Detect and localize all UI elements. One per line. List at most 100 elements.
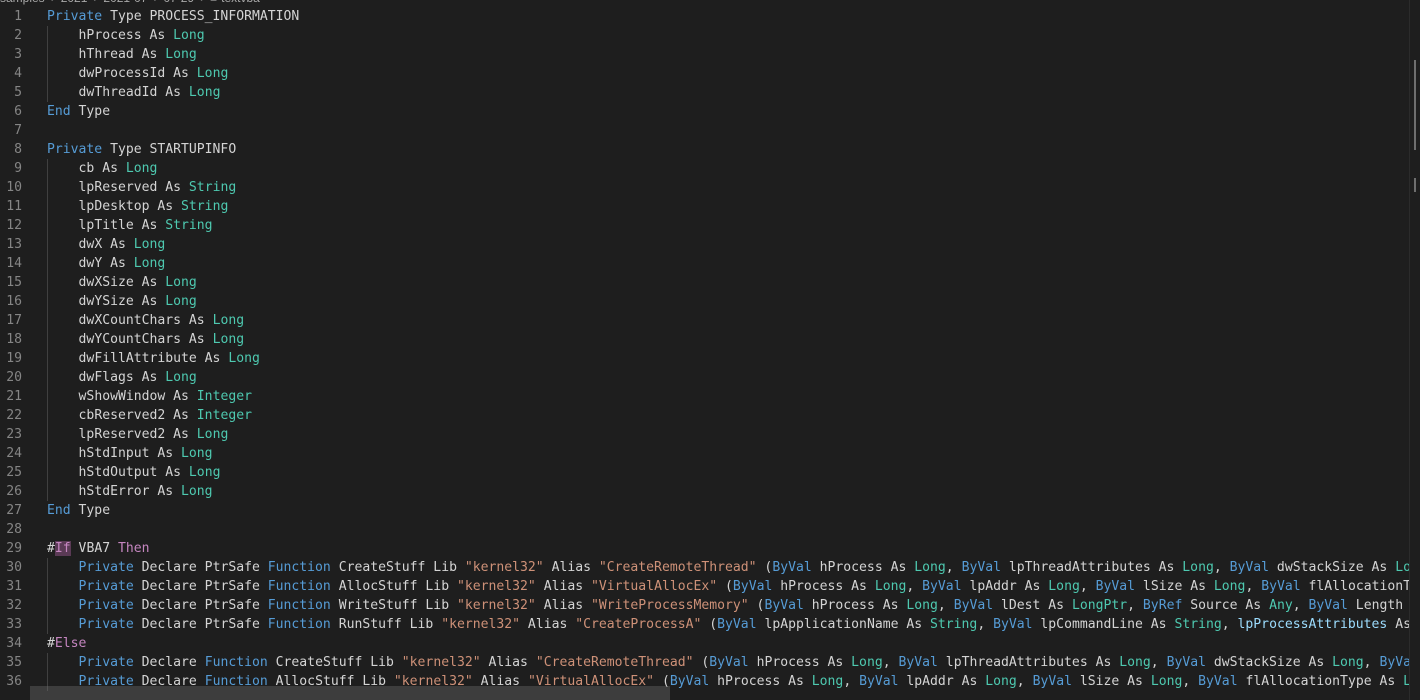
code-text[interactable]: dwYSize As Long xyxy=(47,292,197,311)
horizontal-scrollbar[interactable] xyxy=(30,686,670,700)
code-text[interactable]: dwThreadId As Long xyxy=(47,83,221,102)
code-line[interactable]: 29 #If VBA7 Then xyxy=(0,539,1410,558)
code-line[interactable]: 30 Private Declare PtrSafe Function Crea… xyxy=(0,558,1420,577)
code-line[interactable]: 7 xyxy=(0,121,1410,140)
code-line[interactable]: 32 Private Declare PtrSafe Function Writ… xyxy=(0,596,1420,615)
text-token: , xyxy=(1363,655,1380,670)
text-token: Declare PtrSafe xyxy=(133,617,268,632)
keyword-token: ByVal xyxy=(859,674,899,689)
breadcrumb-segment[interactable]: 2021-07 xyxy=(103,0,147,5)
code-text[interactable]: lpTitle As String xyxy=(47,216,213,235)
code-text[interactable]: End Type xyxy=(47,102,110,121)
code-text[interactable]: cb As Long xyxy=(47,159,158,178)
code-line[interactable]: 10 lpReserved As String xyxy=(0,178,1410,197)
code-line[interactable]: 16 dwYSize As Long xyxy=(0,292,1410,311)
code-text[interactable]: Private Type STARTUPINFO xyxy=(47,140,236,159)
code-line[interactable]: 14 dwY As Long xyxy=(0,254,1410,273)
code-line[interactable]: 8 Private Type STARTUPINFO xyxy=(0,140,1410,159)
code-text[interactable]: hThread As Long xyxy=(47,45,197,64)
line-number: 10 xyxy=(6,180,22,195)
code-text[interactable]: dwXCountChars As Long xyxy=(47,311,245,330)
code-line[interactable]: 21 wShowWindow As Integer xyxy=(0,387,1410,406)
code-line[interactable]: 20 dwFlags As Long xyxy=(0,368,1410,387)
code-line[interactable]: 27 End Type xyxy=(0,501,1410,520)
code-text[interactable]: Private Declare PtrSafe Function WriteSt… xyxy=(47,596,1420,615)
code-line[interactable]: 6 End Type xyxy=(0,102,1410,121)
code-line[interactable]: 4 dwProcessId As Long xyxy=(0,64,1410,83)
keyword-token: ByVal xyxy=(669,674,710,689)
code-text[interactable]: wShowWindow As Integer xyxy=(47,387,252,406)
text-token: lSize As xyxy=(1135,579,1214,594)
code-line[interactable]: 24 hStdInput As Long xyxy=(0,444,1410,463)
code-line[interactable]: 35 Private Declare Function CreateStuff … xyxy=(0,653,1419,672)
code-text[interactable]: dwX As Long xyxy=(47,235,166,254)
breadcrumb-segment[interactable]: 2021 xyxy=(61,0,88,5)
text-token: dwFillAttribute As xyxy=(78,351,229,366)
code-text[interactable]: Private Declare PtrSafe Function CreateS… xyxy=(47,558,1420,577)
code-text[interactable]: lpReserved As String xyxy=(47,178,237,197)
code-text[interactable]: lpDesktop As String xyxy=(47,197,229,216)
code-line[interactable]: 3 hThread As Long xyxy=(0,45,1410,64)
keyword-token: Private xyxy=(78,598,134,613)
keyword-token: ByVal xyxy=(993,617,1033,632)
code-line[interactable]: 33 Private Declare PtrSafe Function RunS… xyxy=(0,615,1420,634)
code-text[interactable]: dwXSize As Long xyxy=(47,273,197,292)
text-token: Alias xyxy=(480,655,536,670)
code-text[interactable]: hStdError As Long xyxy=(47,482,213,501)
text-token: lpAddr As xyxy=(898,674,986,689)
code-text[interactable]: dwFlags As Long xyxy=(47,368,197,387)
breadcrumb-file[interactable]: textvba xyxy=(221,0,260,5)
code-text[interactable]: dwYCountChars As Long xyxy=(47,330,245,349)
line-number: 12 xyxy=(6,218,22,233)
text-token: lpThreadAttributes As xyxy=(937,655,1120,670)
code-text[interactable]: hStdInput As Long xyxy=(47,444,213,463)
code-line[interactable]: 13 dwX As Long xyxy=(0,235,1410,254)
code-line[interactable]: 26 hStdError As Long xyxy=(0,482,1410,501)
breadcrumb-segment[interactable]: 07-29 xyxy=(163,0,194,5)
text-token: # xyxy=(47,541,55,556)
code-line[interactable]: 19 dwFillAttribute As Long xyxy=(0,349,1410,368)
type-token: Long xyxy=(874,579,907,594)
code-text[interactable]: hStdOutput As Long xyxy=(47,463,221,482)
code-text[interactable]: Private Declare PtrSafe Function RunStuf… xyxy=(47,615,1420,634)
type-token: String xyxy=(930,617,978,632)
type-token: Long xyxy=(1332,655,1364,670)
code-text[interactable]: cbReserved2 As Integer xyxy=(47,406,252,425)
code-text[interactable]: hProcess As Long xyxy=(47,26,205,45)
code-text[interactable]: dwFillAttribute As Long xyxy=(47,349,260,368)
code-line[interactable]: 31 Private Declare PtrSafe Function Allo… xyxy=(0,577,1420,596)
code-line[interactable]: 22 cbReserved2 As Integer xyxy=(0,406,1410,425)
code-line[interactable]: 18 dwYCountChars As Long xyxy=(0,330,1410,349)
code-editor[interactable]: samples›2021›2021-07›07-29›≡textvba 1Pri… xyxy=(0,0,1420,700)
code-line[interactable]: 23 lpReserved2 As Long xyxy=(0,425,1410,444)
code-line[interactable]: 2 hProcess As Long xyxy=(0,26,1410,45)
code-line[interactable]: 25 hStdOutput As Long xyxy=(0,463,1410,482)
code-lines[interactable]: 1 Private Type PROCESS_INFORMATION 2 hProc… xyxy=(0,7,1420,691)
code-line[interactable]: 12 lpTitle As String xyxy=(0,216,1410,235)
code-text[interactable]: lpReserved2 As Long xyxy=(47,425,229,444)
code-line[interactable]: 1 Private Type PROCESS_INFORMATION xyxy=(0,7,1410,26)
breadcrumb-segment[interactable]: samples xyxy=(0,0,45,5)
code-text[interactable]: Private Declare Function CreateStuff Lib… xyxy=(47,653,1420,672)
text-token: lpReserved2 As xyxy=(78,427,197,442)
code-line[interactable]: 9 cb As Long xyxy=(0,159,1410,178)
code-line[interactable]: 11 lpDesktop As String xyxy=(0,197,1410,216)
code-text[interactable]: dwY As Long xyxy=(47,254,166,273)
code-text[interactable]: dwProcessId As Long xyxy=(47,64,229,83)
code-line[interactable]: 34 #Else xyxy=(0,634,1410,653)
string-token: "kernel32" xyxy=(441,617,521,632)
code-text[interactable]: Private Declare PtrSafe Function AllocSt… xyxy=(47,577,1420,596)
code-text[interactable]: #Else xyxy=(47,634,86,653)
code-line[interactable]: 17 dwXCountChars As Long xyxy=(0,311,1410,330)
line-number: 36 xyxy=(6,674,22,689)
line-number: 8 xyxy=(14,142,22,157)
code-line[interactable]: 15 dwXSize As Long xyxy=(0,273,1410,292)
code-text[interactable]: Private Type PROCESS_INFORMATION xyxy=(47,7,299,26)
code-text[interactable]: End Type xyxy=(47,501,110,520)
code-line[interactable]: 28 xyxy=(0,520,1410,539)
keyword-token: ByVal xyxy=(772,560,812,575)
code-line[interactable]: 5 dwThreadId As Long xyxy=(0,83,1410,102)
code-text[interactable]: #If VBA7 Then xyxy=(47,539,150,558)
minimap[interactable] xyxy=(1409,0,1420,700)
type-token: Long xyxy=(188,465,221,480)
